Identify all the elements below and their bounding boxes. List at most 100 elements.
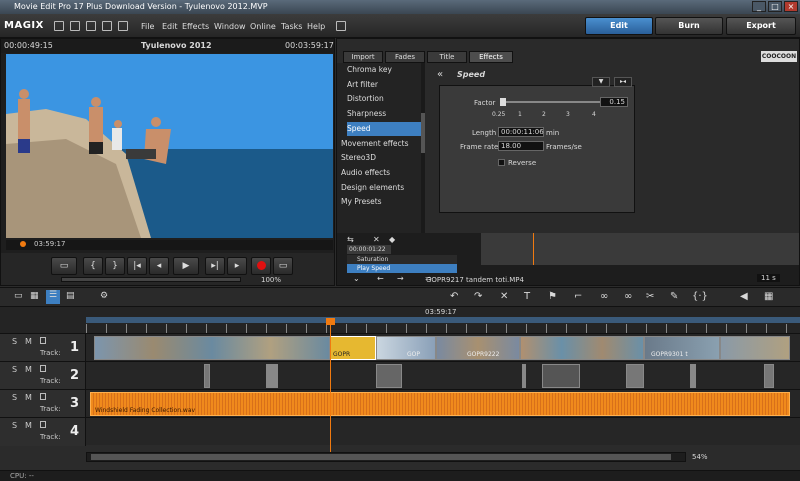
mute-button[interactable]: M — [25, 365, 32, 374]
lock-icon[interactable] — [40, 365, 46, 372]
video-clip[interactable]: GOPR9222 — [436, 336, 520, 360]
arrow-left-icon[interactable]: ← — [377, 274, 384, 283]
save-as-icon[interactable] — [102, 21, 112, 31]
tab-effects[interactable]: Effects — [469, 51, 513, 63]
length-field[interactable]: 00:00:11:06 — [498, 127, 544, 137]
factor-value-field[interactable]: 0.15 — [600, 97, 628, 107]
next-marker-button[interactable]: ▸ — [227, 257, 247, 275]
mute-button[interactable]: M — [25, 337, 32, 346]
solo-button[interactable]: S — [12, 337, 17, 346]
tab-import[interactable]: Import — [343, 51, 383, 63]
play-button[interactable]: ▶ — [173, 257, 199, 275]
video-frame[interactable] — [6, 54, 333, 238]
mark-in-button[interactable]: { — [83, 257, 103, 275]
storyboard-view-icon[interactable]: ▭ — [14, 291, 23, 301]
keyframe-icon[interactable]: ◆ — [389, 235, 395, 244]
transition-clip[interactable] — [522, 364, 526, 388]
rewind-button[interactable]: ◂ — [149, 257, 169, 275]
text-icon[interactable]: T — [524, 291, 530, 302]
list-item[interactable]: Art filter — [347, 78, 427, 92]
preview-scrubber[interactable]: 03:59:17 — [6, 240, 333, 250]
list-item[interactable]: Distortion — [347, 92, 427, 106]
record-button[interactable] — [251, 257, 271, 275]
back-icon[interactable]: « — [437, 69, 443, 80]
new-project-icon[interactable] — [54, 21, 64, 31]
timeline-view-icon[interactable]: ☰ — [46, 290, 60, 304]
prev-marker-button[interactable]: |◂ — [127, 257, 147, 275]
burn-mode-button[interactable]: Burn — [655, 17, 723, 35]
transition-clip[interactable] — [542, 364, 580, 388]
undo-icon[interactable] — [118, 21, 128, 31]
menu-online[interactable]: Online — [250, 22, 276, 31]
marker-icon[interactable]: ⚑ — [548, 291, 557, 302]
solo-button[interactable]: S — [12, 421, 17, 430]
snapshot-button[interactable]: ▭ — [51, 257, 77, 275]
mute-button[interactable]: M — [25, 393, 32, 402]
solo-button[interactable]: S — [12, 393, 17, 402]
preview-zoom[interactable]: 100% — [261, 276, 281, 284]
volume-slider[interactable] — [61, 277, 241, 282]
timeline-ruler[interactable]: 03:59:17 — [0, 307, 800, 333]
list-item[interactable]: Design elements — [341, 181, 421, 195]
mouse-mode-icon[interactable]: ⚙ — [100, 291, 108, 301]
close-icon[interactable]: × — [784, 1, 798, 12]
factor-slider[interactable] — [500, 98, 600, 106]
arrange-view-icon[interactable]: ▤ — [66, 291, 75, 301]
tab-title[interactable]: Title — [427, 51, 467, 63]
video-clip[interactable] — [94, 336, 330, 360]
timeline-zoom[interactable]: 54% — [692, 453, 708, 461]
speaker-icon[interactable]: ◀ — [740, 291, 748, 302]
split-icon[interactable]: ✂ — [646, 291, 654, 302]
menu-effects[interactable]: Effects — [182, 22, 209, 31]
menu-file[interactable]: File — [141, 22, 154, 31]
lock-icon[interactable] — [40, 421, 46, 428]
audio-clip[interactable]: Windshield Fading Collection.wav — [90, 392, 790, 416]
tab-fades[interactable]: Fades — [385, 51, 425, 63]
edit-mode-button[interactable]: Edit — [585, 17, 653, 35]
menu-window[interactable]: Window — [214, 22, 246, 31]
transition-clip[interactable] — [204, 364, 210, 388]
transition-clip[interactable] — [626, 364, 644, 388]
list-item[interactable]: Movement effects — [341, 137, 421, 151]
list-item[interactable]: Sharpness — [347, 107, 427, 121]
transition-clip[interactable] — [690, 364, 696, 388]
collapse-icon[interactable]: ⌄ — [353, 274, 360, 283]
list-item[interactable]: Stereo3D — [341, 151, 421, 165]
link-icon[interactable]: ∞ — [600, 291, 608, 302]
transition-clip[interactable] — [376, 364, 402, 388]
export-mode-button[interactable]: Export — [726, 17, 796, 35]
insert-mode-icon[interactable]: {·} — [692, 291, 708, 302]
timeline-scrollbar[interactable] — [86, 452, 686, 462]
curve-row-saturation[interactable]: Saturation — [347, 255, 457, 264]
video-clip[interactable] — [520, 336, 644, 360]
playhead[interactable] — [330, 318, 331, 452]
cut-icon[interactable]: ⌐ — [574, 291, 582, 302]
list-item-selected[interactable]: Speed — [347, 122, 421, 136]
delete-keyframe-icon[interactable]: ✕ — [373, 235, 380, 244]
lock-icon[interactable] — [40, 393, 46, 400]
play-range-bar[interactable] — [86, 317, 800, 323]
magix-online-icon[interactable] — [336, 21, 346, 31]
dropdown-icon[interactable]: ▼ — [592, 77, 610, 87]
solo-button[interactable]: S — [12, 365, 17, 374]
list-scrollbar[interactable] — [421, 63, 425, 233]
framerate-select[interactable]: 18.00 — [498, 141, 544, 151]
fullscreen-button[interactable]: ▭ — [273, 257, 293, 275]
curve-area[interactable] — [481, 233, 799, 265]
menu-edit[interactable]: Edit — [162, 22, 178, 31]
redo-icon[interactable]: ↷ — [474, 291, 482, 302]
curve-row-playspeed[interactable]: Play Speed — [347, 264, 457, 273]
transition-clip[interactable] — [764, 364, 774, 388]
mute-button[interactable]: M — [25, 421, 32, 430]
menu-help[interactable]: Help — [307, 22, 325, 31]
unlink-icon[interactable]: ∞ — [624, 291, 632, 302]
open-icon[interactable] — [70, 21, 80, 31]
menu-tasks[interactable]: Tasks — [281, 22, 302, 31]
video-clip-selected[interactable]: GOPR — [330, 336, 376, 360]
save-icon[interactable] — [86, 21, 96, 31]
delete-icon[interactable]: ✕ — [500, 291, 508, 302]
scrub-handle[interactable] — [20, 241, 26, 247]
video-clip[interactable]: GOPR9301 t — [644, 336, 720, 360]
curve-tool-icon[interactable]: ⇆ — [347, 235, 354, 244]
list-item[interactable]: Audio effects — [341, 166, 421, 180]
